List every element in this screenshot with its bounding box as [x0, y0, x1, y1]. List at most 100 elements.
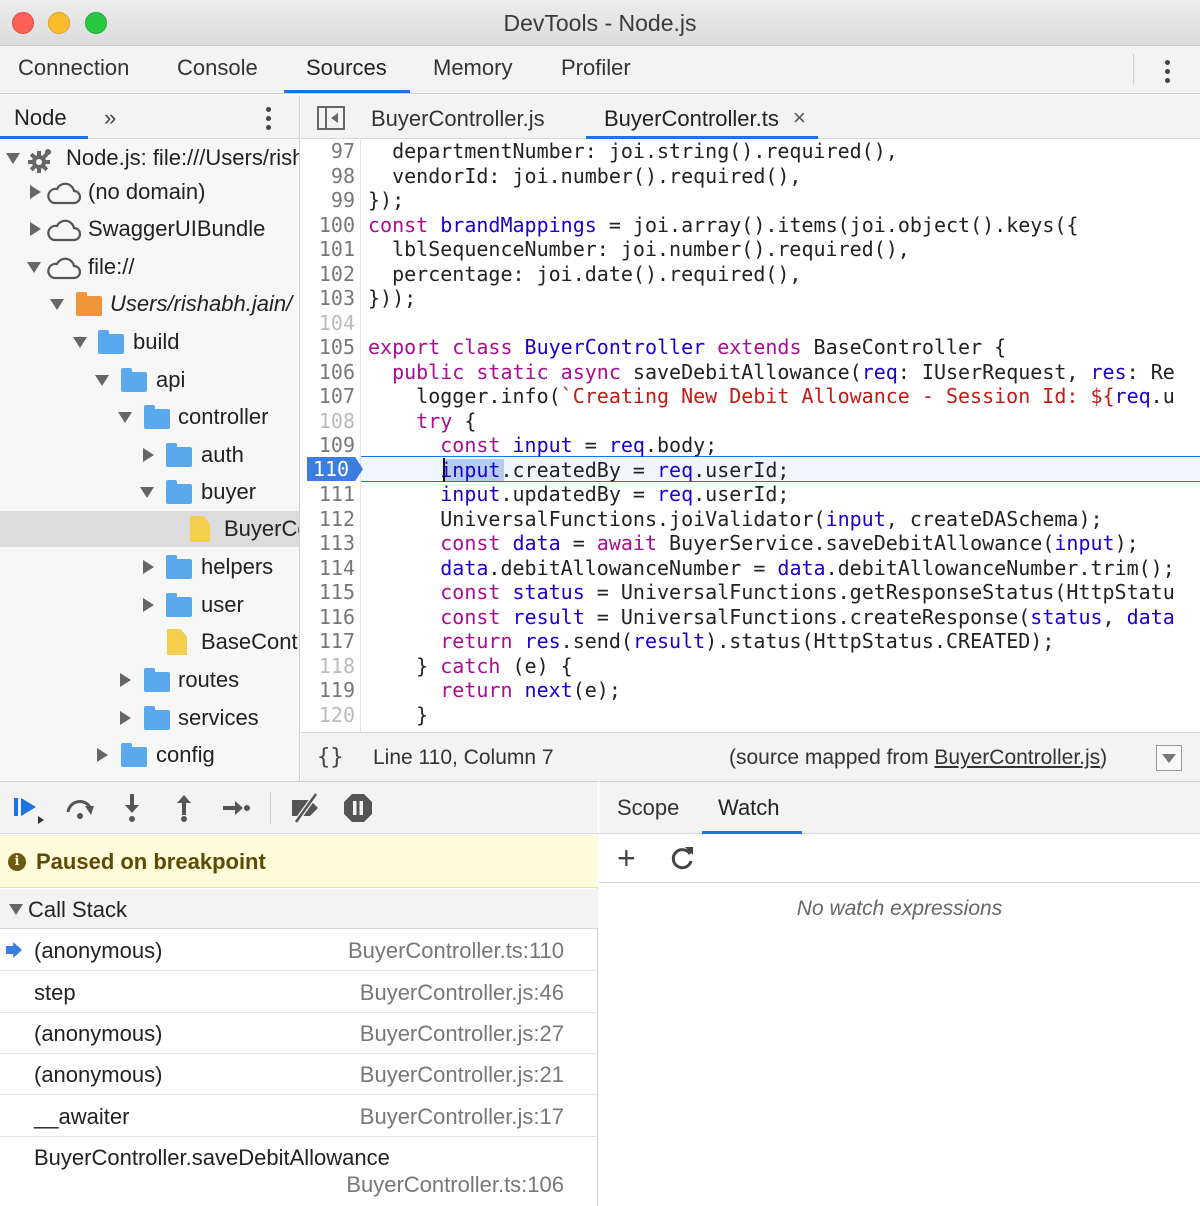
- tree-item-config[interactable]: config: [0, 737, 300, 773]
- step-out-icon[interactable]: [168, 792, 200, 824]
- code-token: }));: [368, 286, 416, 310]
- line-number[interactable]: 119: [301, 678, 355, 702]
- expand-arrow-icon[interactable]: [30, 222, 41, 236]
- collapse-arrow-icon[interactable]: [9, 904, 23, 915]
- tab-profiler[interactable]: Profiler: [561, 55, 631, 81]
- call-frame[interactable]: __awaiter BuyerController.js:17: [0, 1096, 598, 1137]
- line-number[interactable]: 105: [301, 335, 355, 359]
- expand-arrow-icon[interactable]: [73, 337, 87, 348]
- tree-item-buyercontroller-ts[interactable]: BuyerController.ts: [0, 511, 300, 547]
- expand-arrow-icon[interactable]: [27, 262, 41, 273]
- tree-item-controller[interactable]: controller: [0, 399, 300, 435]
- navigator-tab-node[interactable]: Node: [14, 105, 67, 131]
- step-over-icon[interactable]: [64, 792, 96, 824]
- line-number[interactable]: 112: [301, 507, 355, 531]
- navigator-menu-icon[interactable]: [259, 105, 279, 133]
- line-number[interactable]: 104: [301, 311, 355, 335]
- close-tab-icon[interactable]: ×: [793, 105, 806, 131]
- step-icon[interactable]: [220, 792, 252, 824]
- more-tabs-icon[interactable]: »: [104, 105, 116, 131]
- line-number[interactable]: 97: [301, 139, 355, 163]
- coverage-toggle-icon[interactable]: [1156, 745, 1182, 771]
- tree-item-nodejs-root[interactable]: Node.js: file:///Users/rishabh.jain/: [0, 140, 300, 176]
- line-number[interactable]: 111: [301, 482, 355, 506]
- tab-scope[interactable]: Scope: [617, 795, 679, 821]
- refresh-icon[interactable]: [669, 845, 695, 871]
- tree-item-label: buyer: [201, 479, 256, 505]
- line-number[interactable]: 108: [301, 409, 355, 433]
- tab-memory[interactable]: Memory: [433, 55, 512, 81]
- expand-arrow-icon[interactable]: [50, 299, 64, 310]
- tree-item-file-scheme[interactable]: file://: [0, 249, 300, 285]
- line-number[interactable]: 98: [301, 164, 355, 188]
- tree-item-routes[interactable]: routes: [0, 662, 300, 698]
- frame-location[interactable]: BuyerController.js:46: [360, 980, 564, 1006]
- tree-item-swagger[interactable]: SwaggerUIBundle: [0, 211, 300, 247]
- frame-location[interactable]: BuyerController.ts:110: [348, 938, 564, 964]
- expand-arrow-icon[interactable]: [95, 375, 109, 386]
- step-into-icon[interactable]: [116, 792, 148, 824]
- line-number[interactable]: 115: [301, 580, 355, 604]
- call-frame[interactable]: (anonymous) BuyerController.ts:110: [0, 930, 598, 971]
- editor-tab-buyercontroller-ts[interactable]: BuyerController.ts: [604, 106, 779, 132]
- add-watch-button[interactable]: +: [617, 840, 636, 876]
- expand-arrow-icon[interactable]: [120, 673, 131, 687]
- deactivate-breakpoints-icon[interactable]: [290, 792, 322, 824]
- resume-icon[interactable]: [12, 792, 44, 824]
- frame-location[interactable]: BuyerController.ts:106: [346, 1172, 564, 1198]
- tree-item-build[interactable]: build: [0, 324, 300, 360]
- editor-tab-buyercontroller-js[interactable]: BuyerController.js: [371, 106, 545, 132]
- frame-location[interactable]: BuyerController.js:21: [360, 1062, 564, 1088]
- pause-on-exceptions-icon[interactable]: [342, 792, 374, 824]
- tree-item-users-folder[interactable]: Users/rishabh.jain/: [0, 286, 300, 322]
- line-number[interactable]: 118: [301, 654, 355, 678]
- line-number[interactable]: 101: [301, 237, 355, 261]
- frame-location[interactable]: BuyerController.js:27: [360, 1021, 564, 1047]
- tree-item-buyer[interactable]: buyer: [0, 474, 300, 510]
- call-frame[interactable]: (anonymous) BuyerController.js:27: [0, 1013, 598, 1054]
- tree-item-basecontroller[interactable]: BaseController.js: [0, 624, 300, 660]
- call-frame[interactable]: step BuyerController.js:46: [0, 972, 598, 1013]
- expand-arrow-icon[interactable]: [143, 560, 154, 574]
- line-number[interactable]: 109: [301, 433, 355, 457]
- tree-item-api[interactable]: api: [0, 362, 300, 398]
- tab-watch[interactable]: Watch: [718, 795, 780, 821]
- line-number[interactable]: 113: [301, 531, 355, 555]
- toggle-navigator-icon[interactable]: [317, 106, 345, 130]
- expand-arrow-icon[interactable]: [30, 185, 41, 199]
- tree-item-auth[interactable]: auth: [0, 437, 300, 473]
- line-number[interactable]: 114: [301, 556, 355, 580]
- tree-item-helpers[interactable]: helpers: [0, 549, 300, 585]
- tree-item-services[interactable]: services: [0, 700, 300, 736]
- line-number[interactable]: 100: [301, 213, 355, 237]
- tree-item-user[interactable]: user: [0, 587, 300, 623]
- expand-arrow-icon[interactable]: [6, 153, 20, 164]
- tab-sources[interactable]: Sources: [306, 55, 387, 81]
- line-gutter[interactable]: 9798991001011021031041051061071081091111…: [301, 139, 361, 732]
- tree-item-no-domain[interactable]: (no domain): [0, 174, 300, 210]
- tab-connection[interactable]: Connection: [18, 55, 129, 81]
- call-stack-header[interactable]: Call Stack: [0, 889, 598, 929]
- line-number[interactable]: 99: [301, 188, 355, 212]
- line-number[interactable]: 116: [301, 605, 355, 629]
- line-number[interactable]: 106: [301, 360, 355, 384]
- expand-arrow-icon[interactable]: [143, 598, 154, 612]
- expand-arrow-icon[interactable]: [120, 711, 131, 725]
- call-frame[interactable]: (anonymous) BuyerController.js:21: [0, 1054, 598, 1095]
- line-number[interactable]: 120: [301, 703, 355, 727]
- line-number[interactable]: 117: [301, 629, 355, 653]
- tab-console[interactable]: Console: [177, 55, 258, 81]
- more-options-icon[interactable]: [1158, 56, 1178, 86]
- expand-arrow-icon[interactable]: [140, 487, 154, 498]
- pretty-print-button[interactable]: {}: [317, 745, 344, 770]
- line-number[interactable]: 103: [301, 286, 355, 310]
- code-area[interactable]: 9798991001011021031041051061071081091111…: [301, 139, 1200, 732]
- frame-location[interactable]: BuyerController.js:17: [360, 1104, 564, 1130]
- line-number[interactable]: 102: [301, 262, 355, 286]
- expand-arrow-icon[interactable]: [97, 748, 108, 762]
- source-map-link[interactable]: BuyerController.js: [934, 746, 1100, 769]
- expand-arrow-icon[interactable]: [118, 412, 132, 423]
- call-frame[interactable]: BuyerController.saveDebitAllowance Buyer…: [0, 1137, 598, 1206]
- expand-arrow-icon[interactable]: [143, 448, 154, 462]
- line-number[interactable]: 107: [301, 384, 355, 408]
